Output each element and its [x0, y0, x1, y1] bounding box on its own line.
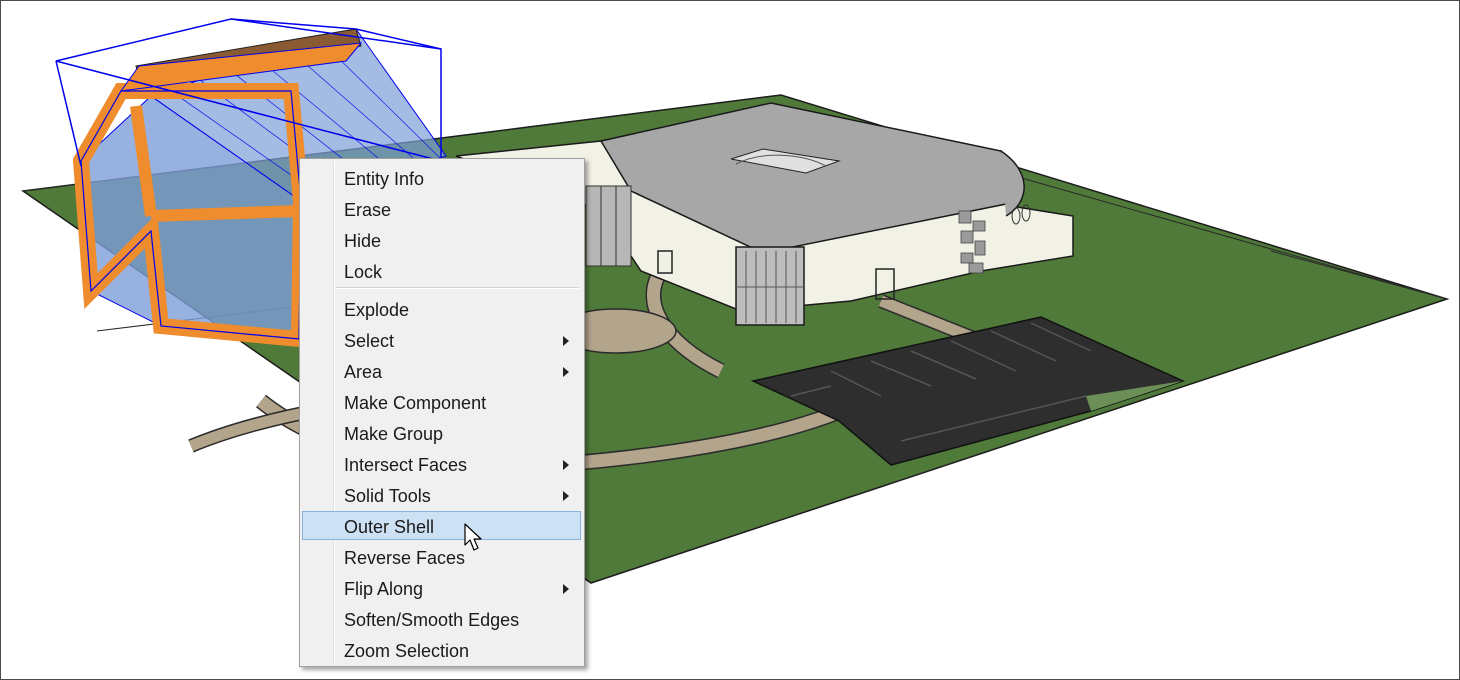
submenu-arrow-icon	[563, 584, 569, 594]
menu-item-label: Make Component	[344, 393, 487, 413]
menu-item-zoom-selection[interactable]: Zoom Selection	[302, 635, 581, 664]
menu-item-label: Explode	[344, 300, 410, 320]
menu-item-label: Erase	[344, 200, 392, 220]
submenu-arrow-icon	[563, 367, 569, 377]
menu-item-entity-info[interactable]: Entity Info	[302, 163, 581, 192]
menu-item-area[interactable]: Area	[302, 356, 581, 385]
mouse-pointer-icon	[464, 523, 482, 551]
3d-model-scene[interactable]	[1, 1, 1459, 679]
sketchup-viewport[interactable]: Entity Info Erase Hide Lock Explode Sele…	[0, 0, 1460, 680]
menu-item-label: Flip Along	[344, 579, 424, 599]
menu-item-soften-smooth-edges[interactable]: Soften/Smooth Edges	[302, 604, 581, 633]
menu-item-outer-shell[interactable]: Outer Shell	[302, 511, 581, 540]
menu-item-label: Solid Tools	[344, 486, 431, 506]
menu-item-label: Lock	[344, 262, 383, 282]
menu-item-select[interactable]: Select	[302, 325, 581, 354]
menu-item-solid-tools[interactable]: Solid Tools	[302, 480, 581, 509]
menu-item-label: Make Group	[344, 424, 444, 444]
menu-item-hide[interactable]: Hide	[302, 225, 581, 254]
menu-item-make-group[interactable]: Make Group	[302, 418, 581, 447]
menu-item-flip-along[interactable]: Flip Along	[302, 573, 581, 602]
menu-item-label: Intersect Faces	[344, 455, 468, 475]
menu-item-label: Area	[344, 362, 383, 382]
menu-item-reverse-faces[interactable]: Reverse Faces	[302, 542, 581, 571]
menu-item-label: Select	[344, 331, 395, 351]
context-menu: Entity Info Erase Hide Lock Explode Sele…	[299, 158, 585, 667]
menu-item-make-component[interactable]: Make Component	[302, 387, 581, 416]
menu-item-label: Soften/Smooth Edges	[344, 610, 520, 630]
submenu-arrow-icon	[563, 460, 569, 470]
menu-item-explode[interactable]: Explode	[302, 294, 581, 323]
menu-separator	[336, 287, 579, 289]
menu-item-erase[interactable]: Erase	[302, 194, 581, 223]
menu-item-label: Outer Shell	[344, 517, 435, 537]
menu-item-lock[interactable]: Lock	[302, 256, 581, 285]
menu-item-label: Entity Info	[344, 169, 425, 189]
menu-item-label: Hide	[344, 231, 382, 251]
menu-item-label: Reverse Faces	[344, 548, 466, 568]
menu-item-label: Zoom Selection	[344, 641, 470, 661]
menu-item-intersect-faces[interactable]: Intersect Faces	[302, 449, 581, 478]
submenu-arrow-icon	[563, 491, 569, 501]
submenu-arrow-icon	[563, 336, 569, 346]
